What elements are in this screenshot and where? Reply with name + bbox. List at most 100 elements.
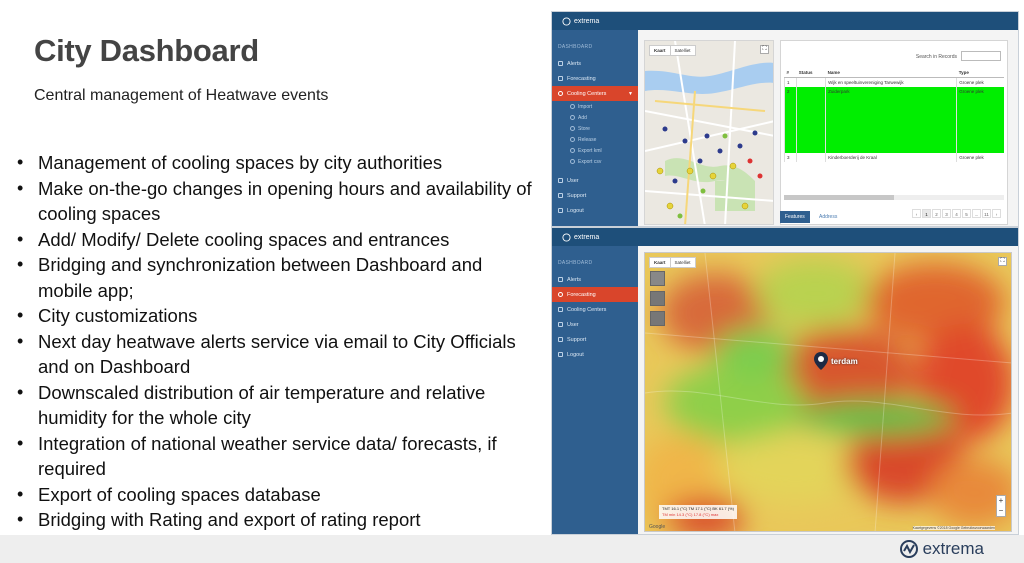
sidebar-item-logout[interactable]: Logout: [552, 203, 638, 218]
chevron-down-icon: ▼: [628, 90, 633, 97]
sidebar-item-forecasting[interactable]: Forecasting: [552, 287, 638, 302]
sidebar-subitem-add[interactable]: Add: [552, 112, 638, 123]
forecasting-screenshot: extrema DASHBOARD Alerts Forecasting Coo…: [551, 227, 1019, 535]
feature-item: Bridging with Rating and export of ratin…: [12, 507, 532, 533]
feature-item: Export of cooling spaces database: [12, 482, 532, 508]
sidebar-item-support[interactable]: Support: [552, 332, 638, 347]
page-button[interactable]: 1: [922, 209, 931, 218]
search-input[interactable]: [961, 51, 1001, 61]
alerts-icon: [558, 277, 563, 282]
sidebar-subitem-store[interactable]: Store: [552, 123, 638, 134]
app-header: extrema: [552, 228, 1018, 246]
page-prev-button[interactable]: ‹: [912, 209, 921, 218]
search-label: Search in Records: [915, 54, 957, 60]
tab-address[interactable]: Address: [814, 211, 842, 223]
humidity-icon[interactable]: [650, 311, 665, 326]
app-header: extrema: [552, 12, 1018, 30]
zoom-out-button[interactable]: −: [997, 506, 1005, 516]
records-table: # Status Name Type 1 Wijk en speeltuinve…: [783, 68, 1004, 162]
sidebar-subitem-import[interactable]: Import: [552, 101, 638, 112]
temperature-layer-button[interactable]: [650, 271, 665, 286]
footer-logo-text: extrema: [922, 539, 984, 558]
scrollbar-thumb[interactable]: [784, 195, 894, 200]
location-pin-icon: [814, 352, 828, 370]
map-attribution[interactable]: Kaartgegevens ©2018 Google Gebruiksvoorw…: [912, 526, 995, 530]
pin-icon: [558, 91, 563, 96]
extrema-logo-icon: [562, 16, 571, 26]
page-button[interactable]: 5: [962, 209, 971, 218]
feature-item: Management of cooling spaces by city aut…: [12, 150, 532, 176]
column-header[interactable]: Type: [956, 68, 1004, 78]
sidebar-item-user[interactable]: User: [552, 317, 638, 332]
pin-icon: [558, 307, 563, 312]
table-row-selected[interactable]: 2 Zuiderpark Groene plek: [783, 87, 1004, 153]
sidebar-subitem-export-kml[interactable]: Export kml: [552, 145, 638, 156]
feature-item: City customizations: [12, 303, 532, 329]
logout-icon: [558, 208, 563, 213]
zoom-control: + −: [996, 495, 1006, 517]
sidebar-item-user[interactable]: User: [552, 173, 638, 188]
page-button[interactable]: 11: [982, 209, 991, 218]
fullscreen-icon[interactable]: ⛶: [760, 45, 769, 54]
sidebar-item-logout[interactable]: Logout: [552, 347, 638, 362]
legend-line: ΤΜ min 14.3 (°C) 17.8 (°C) max: [662, 512, 719, 517]
city-label: terdam: [831, 357, 858, 366]
page-button[interactable]: 2: [932, 209, 941, 218]
slide-title: City Dashboard: [34, 33, 259, 68]
user-icon: [558, 178, 563, 183]
horizontal-scrollbar[interactable]: [784, 195, 1004, 200]
support-icon: [558, 337, 563, 342]
sidebar-item-cooling-centers[interactable]: Cooling Centers ▼: [552, 86, 638, 101]
extrema-logo-icon: [899, 540, 918, 558]
sidebar-item-alerts[interactable]: Alerts: [552, 56, 638, 71]
feature-item: Integration of national weather service …: [12, 431, 532, 482]
tab-satellite[interactable]: Satelliet: [671, 46, 695, 55]
sidebar-item-alerts[interactable]: Alerts: [552, 272, 638, 287]
zoom-in-button[interactable]: +: [997, 496, 1005, 506]
column-header[interactable]: Status: [796, 68, 826, 78]
temperature-legend: ΤΜΤ 16.1 (°C) ΤΜ 17.1 (°C) ΒΚ 61.7 (%) Τ…: [659, 505, 737, 519]
tab-features[interactable]: Features: [780, 211, 810, 223]
cooling-centers-map[interactable]: Kaart Satelliet ⛶: [644, 40, 774, 225]
street-map: [645, 41, 773, 224]
sidebar-item-cooling-centers[interactable]: Cooling Centers: [552, 302, 638, 317]
logout-icon: [558, 352, 563, 357]
temperature-heatmap: [645, 253, 1011, 531]
page-button[interactable]: 4: [952, 209, 961, 218]
map-type-tabs: Kaart Satelliet: [649, 45, 696, 56]
feature-list: Management of cooling spaces by city aut…: [12, 150, 532, 533]
column-header[interactable]: Name: [825, 68, 957, 78]
page-button[interactable]: 3: [942, 209, 951, 218]
page-next-button[interactable]: ›: [992, 209, 1001, 218]
thermometer-icon[interactable]: [650, 291, 665, 306]
page-ellipsis: ...: [972, 209, 981, 218]
sidebar-subitem-export-csv[interactable]: Export csv: [552, 156, 638, 167]
sidebar-section-label: DASHBOARD: [558, 260, 593, 266]
slide-subtitle: Central management of Heatwave events: [34, 87, 329, 104]
sidebar-subitem-release[interactable]: Release: [552, 134, 638, 145]
sidebar-item-forecasting[interactable]: Forecasting: [552, 71, 638, 86]
map-type-tabs: Kaart Satelliet: [649, 257, 696, 268]
sidebar: DASHBOARD Alerts Forecasting Cooling Cen…: [552, 30, 638, 226]
feature-item: Add/ Modify/ Delete cooling spaces and e…: [12, 227, 532, 253]
user-icon: [558, 322, 563, 327]
records-table-panel: Search in Records # Status Name Type 1 W…: [780, 40, 1008, 225]
column-header[interactable]: #: [784, 68, 797, 78]
fullscreen-icon[interactable]: ⛶: [998, 257, 1007, 266]
tab-map[interactable]: Kaart: [650, 46, 671, 55]
feature-item: Next day heatwave alerts service via ema…: [12, 329, 532, 380]
sidebar-item-support[interactable]: Support: [552, 188, 638, 203]
forecast-icon: [558, 292, 563, 297]
heat-map[interactable]: Kaart Satelliet ⛶ terdam ΤΜΤ 16.1 (°C) Τ…: [644, 252, 1012, 532]
forecast-icon: [558, 76, 563, 81]
support-icon: [558, 193, 563, 198]
extrema-logo-icon: [562, 232, 571, 242]
footer-logo: extrema: [899, 539, 984, 559]
tab-map[interactable]: Kaart: [650, 258, 671, 267]
feature-item: Bridging and synchronization between Das…: [12, 252, 532, 303]
feature-item: Downscaled distribution of air temperatu…: [12, 380, 532, 431]
table-row[interactable]: 1 Wijk en speeltuinvereniging Tarwewijk …: [783, 77, 1004, 87]
table-row[interactable]: 3 Kinderboerderij de Kraal Groene plek: [783, 153, 1004, 162]
tab-satellite[interactable]: Satelliet: [671, 258, 695, 267]
pagination: ‹ 1 2 3 4 5 ... 11 ›: [912, 209, 1001, 218]
